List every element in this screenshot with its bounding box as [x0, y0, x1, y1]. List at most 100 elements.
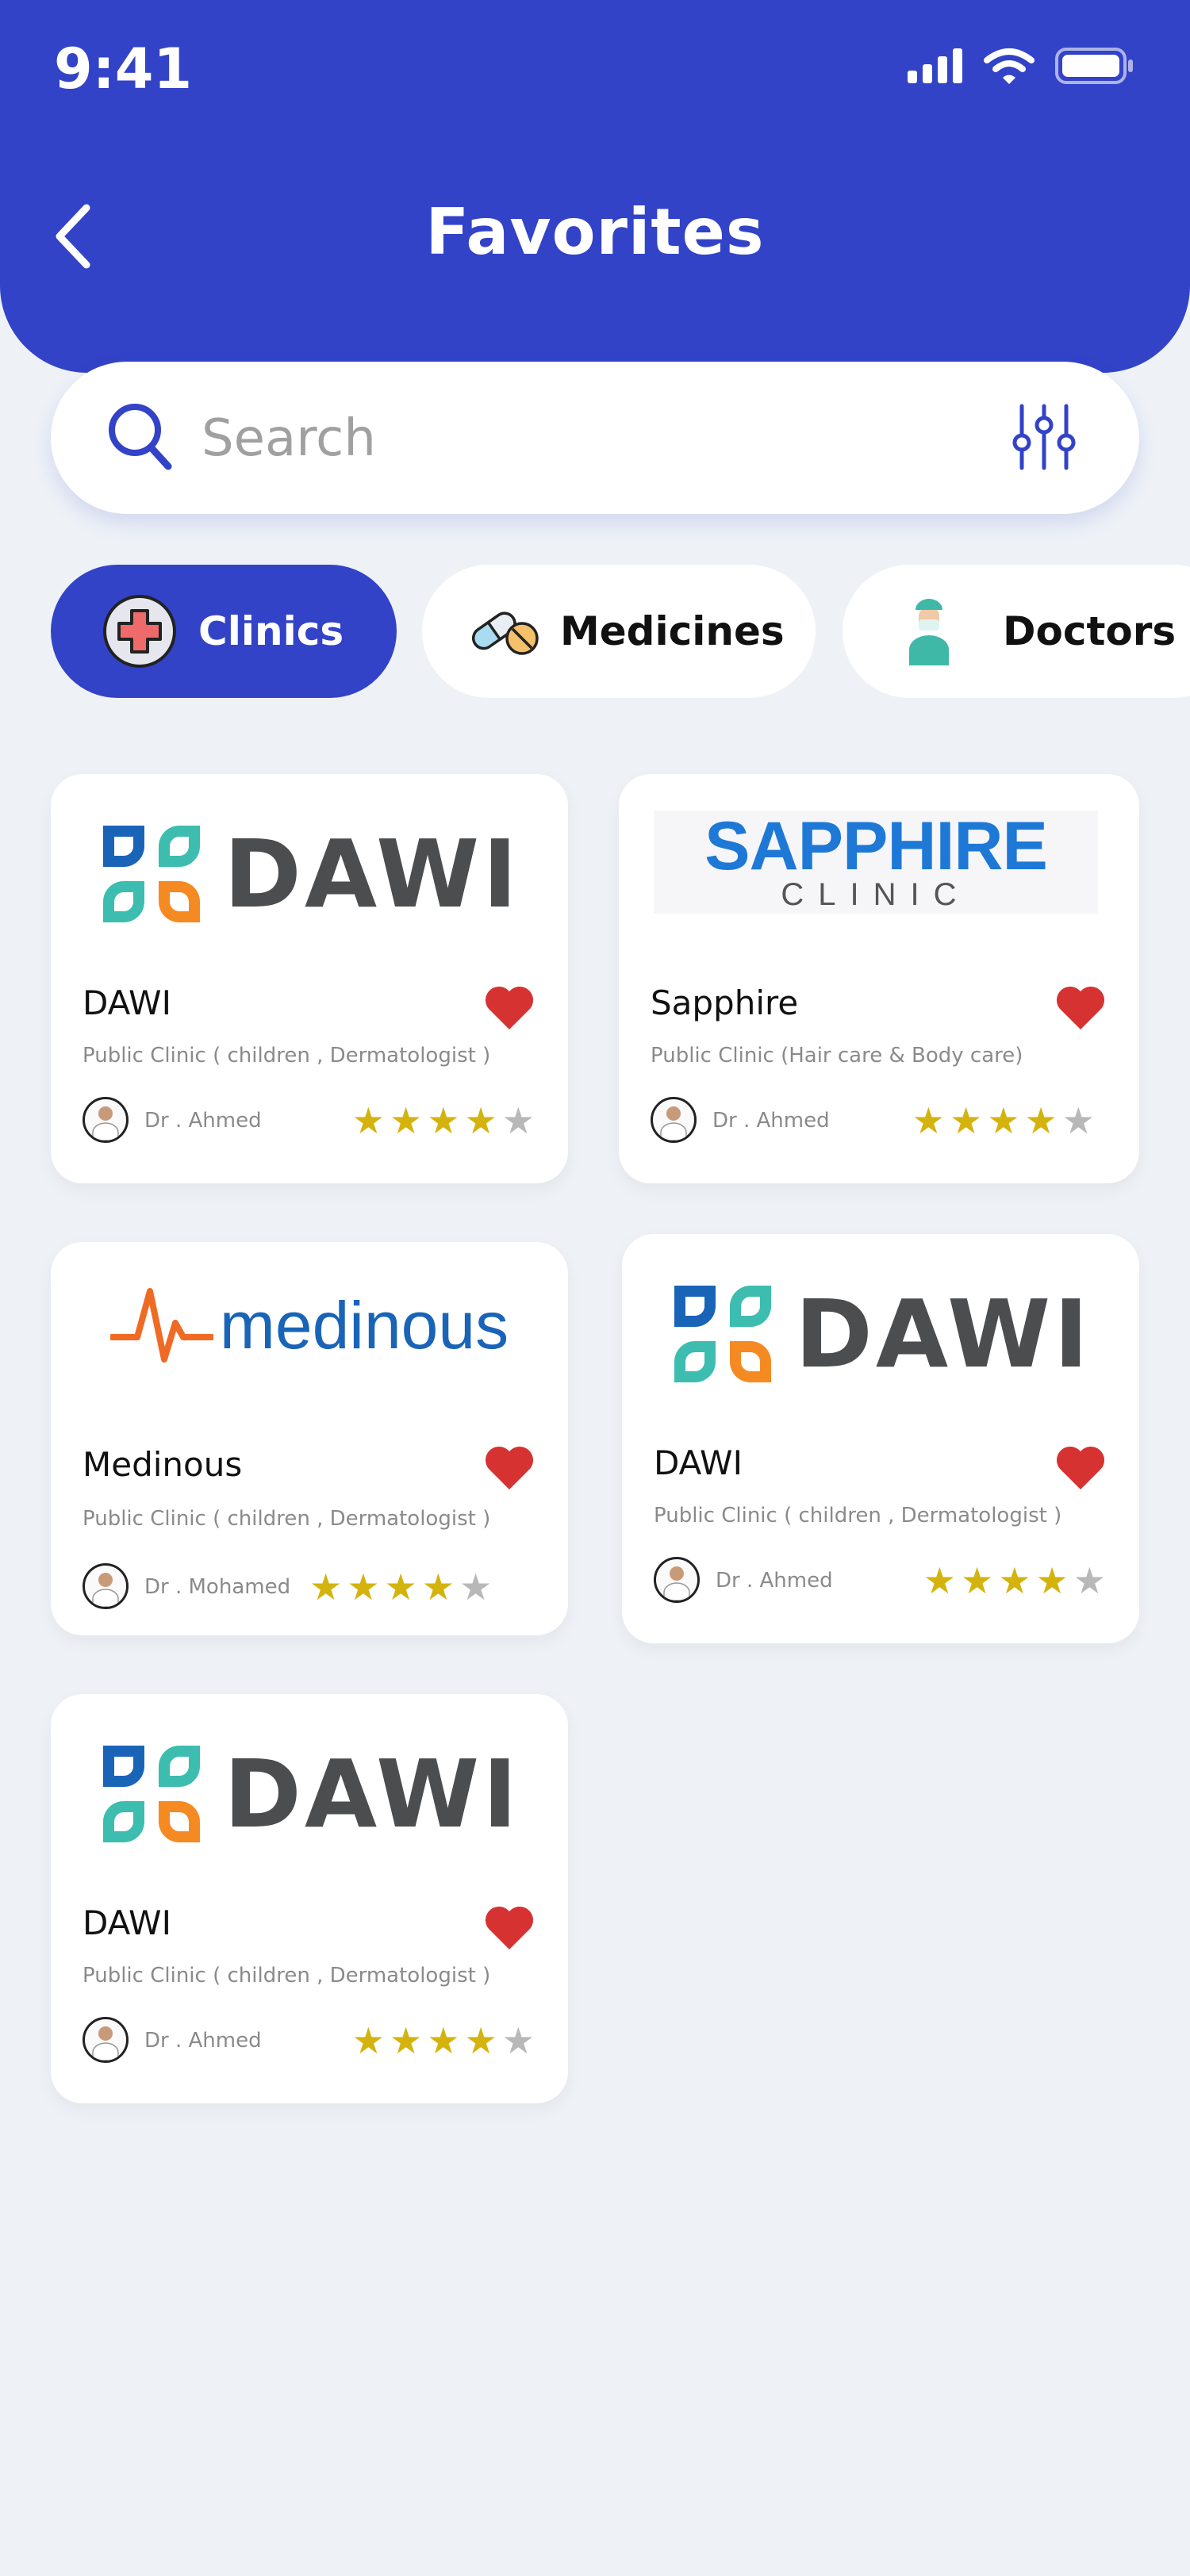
page-title: Favorites: [425, 195, 765, 269]
logo-wordmark: DAWI: [794, 1279, 1092, 1389]
clinic-description: Public Clinic (Hair care & Body care): [651, 1044, 1023, 1068]
doctor-name: Dr . Ahmed: [144, 2029, 262, 2053]
clinic-description: Public Clinic ( children , Dermatologist…: [83, 1964, 491, 1988]
doctor-avatar-icon: [663, 1566, 690, 1600]
search-input[interactable]: [200, 398, 965, 479]
star-icon: ★: [427, 2019, 460, 2062]
clinic-name: DAWI: [83, 1903, 171, 1942]
star-icon: ★: [384, 1566, 417, 1608]
header-bar: 9:41 Favorites: [0, 0, 1190, 373]
avatar: [83, 1563, 129, 1609]
heartbeat-logo-icon: [109, 1288, 213, 1363]
clinic-name: Medinous: [83, 1445, 243, 1484]
rating-stars: ★ ★ ★ ★ ★: [309, 1569, 492, 1605]
clinic-description: Public Clinic ( children , Dermatologist…: [83, 1507, 491, 1531]
heart-icon[interactable]: [484, 1905, 535, 1951]
clinic-name: DAWI: [83, 983, 171, 1022]
favorite-card[interactable]: SAPPHIRE CLINIC Sapphire Public Clinic (…: [619, 774, 1139, 1183]
clinic-logo: SAPPHIRE CLINIC: [654, 811, 1098, 914]
star-icon: ★: [923, 1559, 956, 1602]
doctor-name: Dr . Ahmed: [712, 1109, 830, 1133]
star-icon: ★: [501, 2019, 535, 2062]
doctor-avatar-icon: [92, 1106, 119, 1140]
status-icons: [908, 48, 1134, 84]
doctor-avatar-icon: [660, 1106, 687, 1140]
clinic-name: Sapphire: [651, 983, 799, 1022]
star-icon: ★: [501, 1099, 535, 1142]
battery-icon: [1055, 48, 1133, 84]
pill-icon: [471, 611, 539, 655]
star-icon: ★: [421, 1566, 455, 1608]
star-icon: ★: [464, 1099, 497, 1142]
avatar: [654, 1557, 700, 1603]
clinic-description: Public Clinic ( children , Dermatologist…: [83, 1044, 491, 1068]
avatar: [83, 1097, 129, 1143]
search-bar[interactable]: [51, 362, 1139, 514]
star-icon: ★: [1073, 1559, 1106, 1602]
star-icon: ★: [309, 1566, 343, 1608]
logo-wordmark: SAPPHIRE: [704, 808, 1048, 884]
logo-wordmark: medinous: [219, 1287, 509, 1363]
heart-icon[interactable]: [484, 985, 535, 1031]
star-icon: ★: [351, 2019, 385, 2062]
star-icon: ★: [464, 2019, 497, 2062]
signal-icon: [908, 48, 962, 83]
doctor-name: Dr . Ahmed: [144, 1109, 262, 1133]
clinic-name: DAWI: [654, 1443, 743, 1482]
rating-stars: ★ ★ ★ ★ ★: [352, 2022, 535, 2059]
search-icon: [109, 404, 172, 470]
heart-icon[interactable]: [484, 1445, 535, 1491]
tab-label: Doctors: [1003, 608, 1177, 654]
star-icon: ★: [961, 1559, 994, 1602]
star-icon: ★: [427, 1099, 460, 1142]
tab-doctors[interactable]: Doctors: [843, 565, 1190, 698]
star-icon: ★: [459, 1566, 493, 1608]
doctor-name: Dr . Ahmed: [716, 1569, 833, 1593]
tab-medicines[interactable]: Medicines: [422, 565, 816, 698]
dawi-leaf-logo-icon: [102, 1746, 200, 1842]
star-icon: ★: [1035, 1559, 1069, 1602]
avatar: [83, 2017, 129, 2063]
dawi-leaf-logo-icon: [674, 1286, 771, 1382]
doctor-name: Dr . Mohamed: [144, 1575, 291, 1599]
star-icon: ★: [390, 2019, 423, 2062]
doctor-avatar-icon: [92, 1573, 119, 1607]
logo-wordmark: DAWI: [223, 1739, 521, 1849]
dawi-leaf-logo-icon: [102, 826, 200, 922]
favorite-card[interactable]: medinous Medinous Public Clinic ( childr…: [51, 1242, 568, 1635]
star-icon: ★: [912, 1099, 945, 1142]
rating-stars: ★ ★ ★ ★ ★: [923, 1562, 1106, 1599]
heart-icon[interactable]: [1055, 985, 1106, 1031]
status-time: 9:41: [54, 36, 193, 102]
clinic-logo: DAWI: [51, 1723, 568, 1865]
star-icon: ★: [351, 1099, 385, 1142]
avatar: [651, 1097, 697, 1143]
logo-wordmark: DAWI: [223, 819, 521, 929]
star-icon: ★: [347, 1566, 380, 1608]
clinic-logo: DAWI: [51, 803, 568, 945]
star-icon: ★: [390, 1099, 423, 1142]
clinic-description: Public Clinic ( children , Dermatologist…: [654, 1504, 1062, 1528]
wifi-icon: [984, 48, 1035, 84]
rating-stars: ★ ★ ★ ★ ★: [912, 1102, 1095, 1139]
filter-sliders-icon[interactable]: [1012, 403, 1076, 471]
medical-cross-icon: [103, 595, 176, 668]
tab-label: Clinics: [198, 608, 344, 654]
clinic-logo: DAWI: [622, 1263, 1139, 1405]
favorite-card[interactable]: DAWI DAWI Public Clinic ( children , Der…: [622, 1234, 1139, 1643]
favorite-card[interactable]: DAWI DAWI Public Clinic ( children , Der…: [51, 774, 568, 1183]
star-icon: ★: [1024, 1099, 1058, 1142]
star-icon: ★: [1061, 1099, 1095, 1142]
tab-clinics[interactable]: Clinics: [51, 565, 397, 698]
tab-label: Medicines: [560, 608, 785, 654]
doctor-icon: [909, 599, 949, 665]
star-icon: ★: [950, 1099, 983, 1142]
logo-subtext: CLINIC: [781, 877, 971, 912]
star-icon: ★: [998, 1559, 1031, 1602]
favorite-card[interactable]: DAWI DAWI Public Clinic ( children , Der…: [51, 1694, 568, 2103]
star-icon: ★: [987, 1099, 1020, 1142]
heart-icon[interactable]: [1055, 1445, 1106, 1491]
rating-stars: ★ ★ ★ ★ ★: [352, 1102, 535, 1139]
clinic-logo: medinous: [51, 1266, 568, 1385]
doctor-avatar-icon: [92, 2026, 119, 2060]
